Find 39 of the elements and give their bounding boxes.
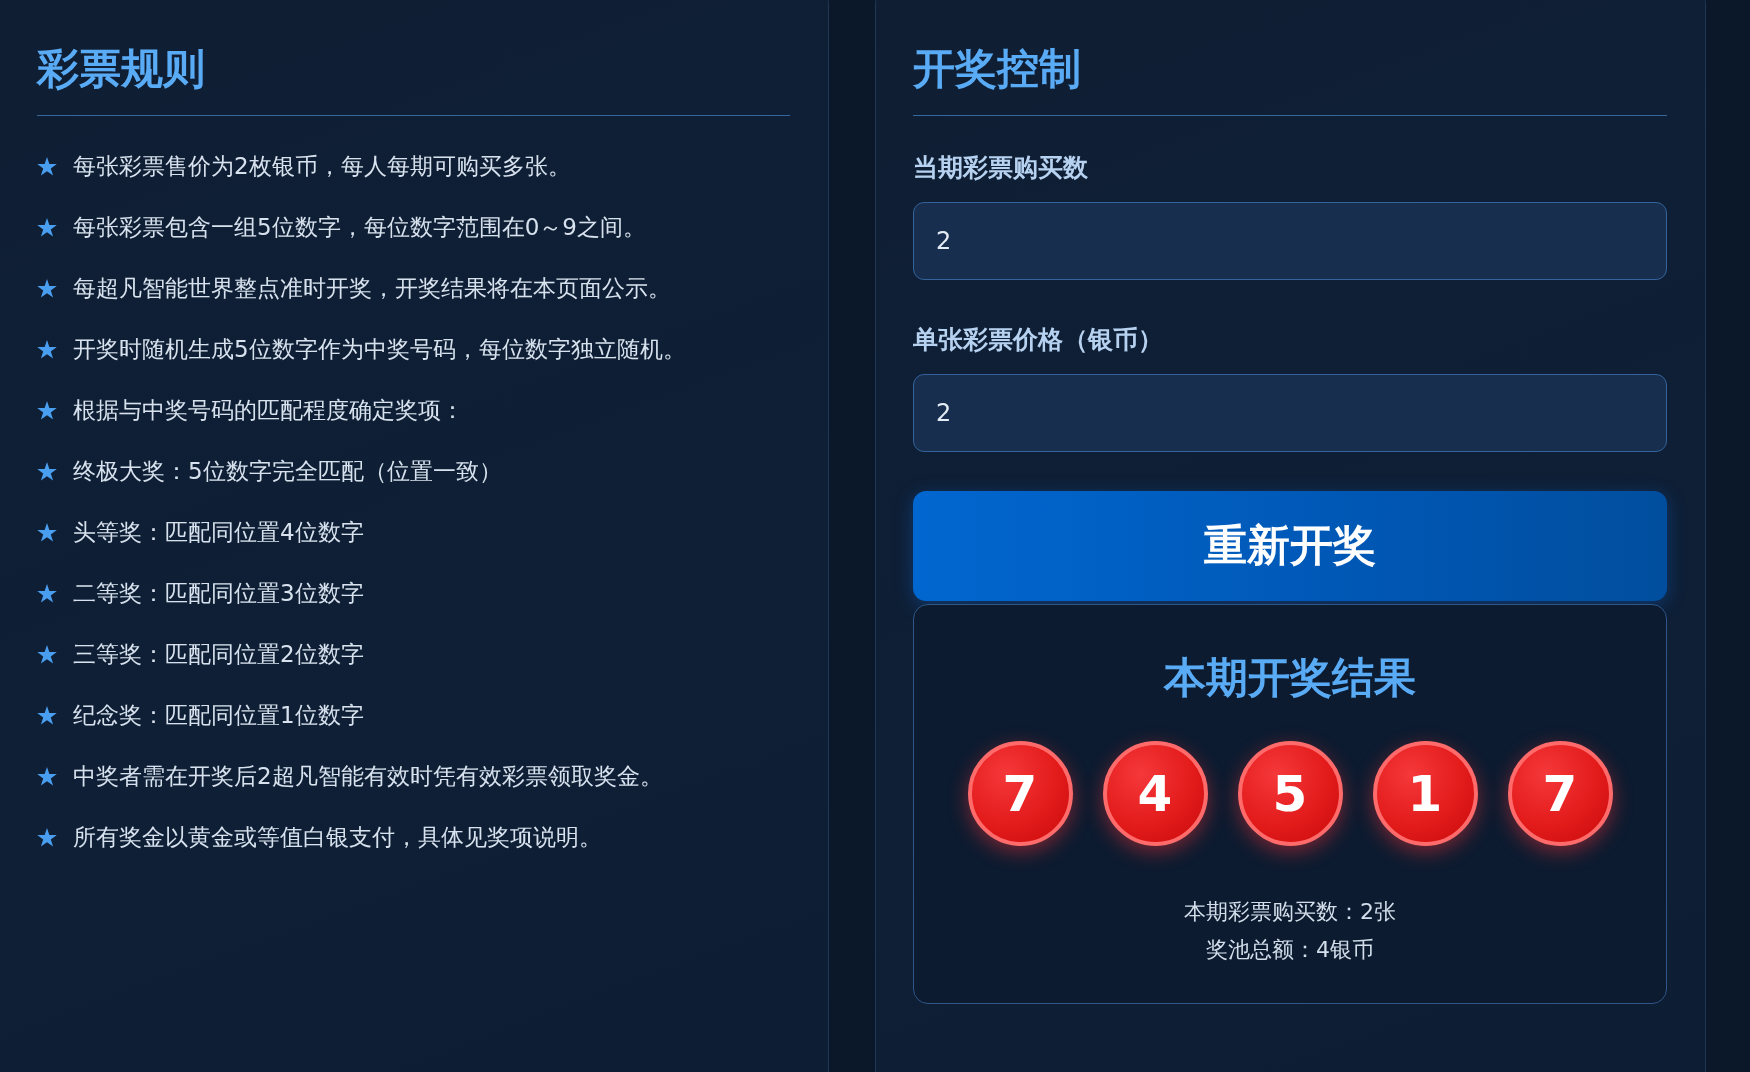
input-field[interactable]: 2 [913,374,1667,452]
star-icon [37,156,57,176]
rule-text: 二等奖：匹配同位置3位数字 [73,579,364,608]
rule-text: 三等奖：匹配同位置2位数字 [73,640,364,669]
rule-text: 所有奖金以黄金或等值白银支付，具体见奖项说明。 [73,823,602,852]
number-ball: 7 [967,741,1073,846]
number-ball: 4 [1102,741,1208,846]
field-label: 单张彩票价格（银币） [913,325,1164,355]
rule-text: 每张彩票售价为2枚银币，每人每期可购买多张。 [73,152,571,181]
number-ball: 7 [1507,741,1613,846]
rule-text: 中奖者需在开奖后2超凡智能有效时凭有效彩票领取奖金。 [73,762,663,791]
summary-text: 本期彩票购买数：2张 [1184,898,1396,926]
rule-text: 纪念奖：匹配同位置1位数字 [73,701,364,730]
rule-text: 终极大奖：5位数字完全匹配（位置一致） [73,457,502,486]
star-icon [37,522,57,542]
star-icon [37,461,57,481]
result-title: 本期开奖结果 [1164,654,1416,702]
number-ball: 1 [1372,741,1478,846]
panel-title: 开奖控制 [913,42,1667,116]
star-icon [37,583,57,603]
rule-text: 每张彩票包含一组5位数字，每位数字范围在0～9之间。 [73,213,646,242]
star-icon [37,339,57,359]
summary-text: 奖池总额：4银币 [1206,936,1374,964]
rule-text: 每超凡智能世界整点准时开奖，开奖结果将在本页面公示。 [73,274,671,303]
rule-text: 头等奖：匹配同位置4位数字 [73,518,364,547]
redraw-button[interactable]: 重新开奖 [913,491,1667,601]
input-field[interactable]: 2 [913,202,1667,280]
panel-title: 彩票规则 [37,42,790,116]
star-icon [37,217,57,237]
star-icon [37,400,57,420]
star-icon [37,278,57,298]
star-icon [37,766,57,786]
rule-text: 开奖时随机生成5位数字作为中奖号码，每位数字独立随机。 [73,335,686,364]
rule-text: 根据与中奖号码的匹配程度确定奖项： [73,396,464,425]
star-icon [37,827,57,847]
number-ball: 5 [1237,741,1343,846]
star-icon [37,644,57,664]
field-label: 当期彩票购买数 [913,153,1089,183]
star-icon [37,705,57,725]
